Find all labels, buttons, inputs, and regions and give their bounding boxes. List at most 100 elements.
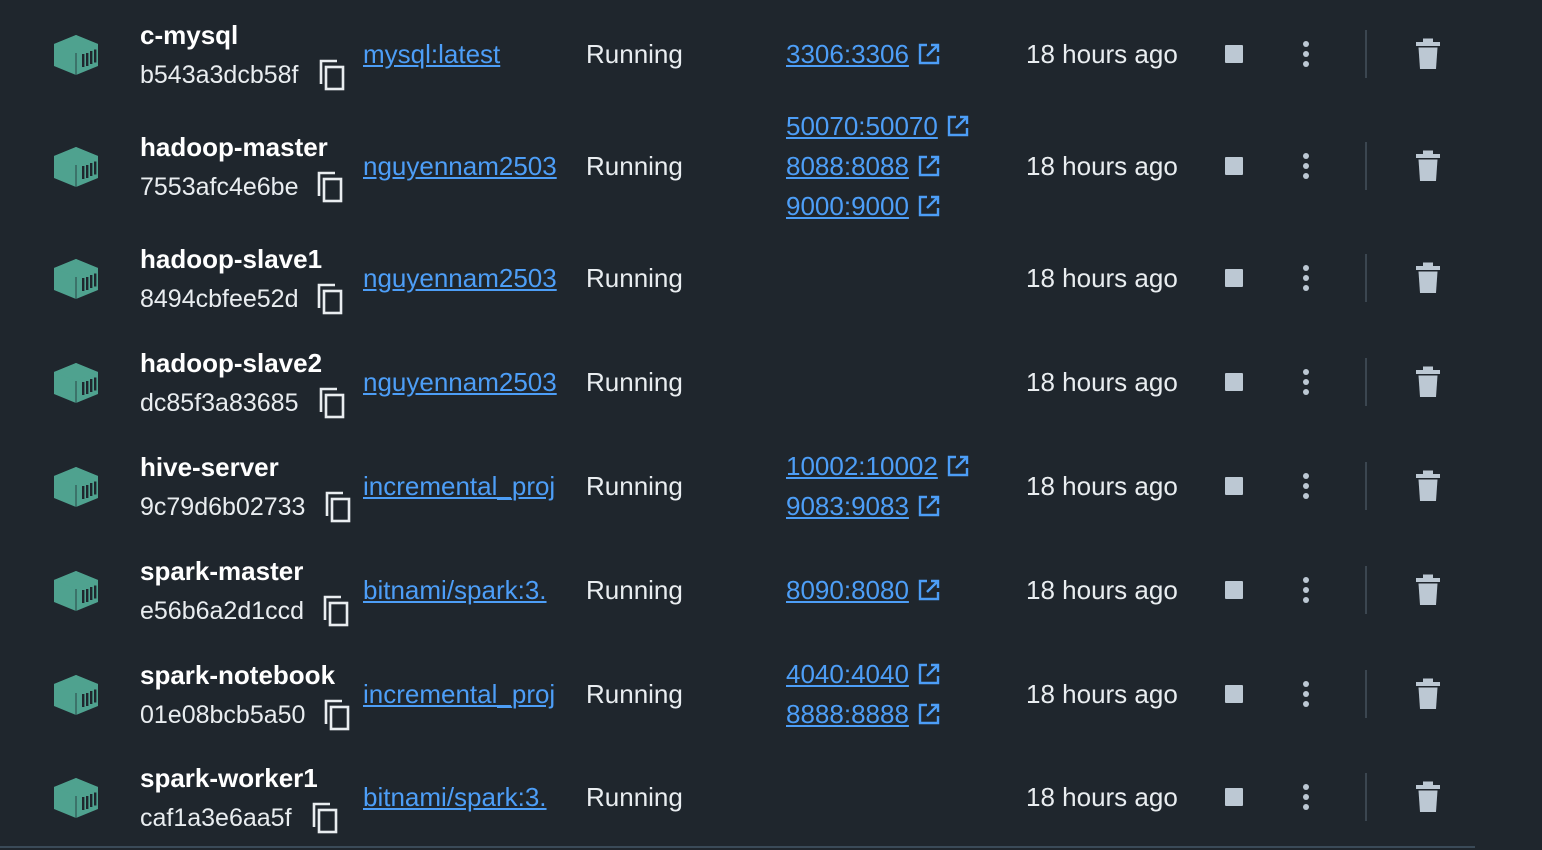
status-text: Running [586,263,683,293]
image-link[interactable]: nguyennam2503 [363,151,566,181]
trash-icon [1416,781,1440,812]
status-text: Running [586,151,683,181]
action-divider [1365,462,1367,510]
copy-icon-graphic [323,595,349,627]
port-mapping[interactable]: 8888:8888 [786,699,909,729]
more-vertical-icon [1303,681,1309,707]
stop-button[interactable] [1224,372,1244,392]
external-link-icon-graphic [918,703,940,725]
external-link-icon[interactable] [917,578,941,602]
trash-icon [1416,574,1440,605]
image-link[interactable]: incremental_proj [363,679,566,709]
image-link[interactable]: bitnami/spark:3. [363,782,566,812]
container-icon-graphic [54,778,98,818]
port-mapping[interactable]: 9083:9083 [786,491,909,521]
delete-button[interactable] [1414,150,1442,182]
container-name-link[interactable]: hadoop-slave2 [140,348,322,378]
image-link[interactable]: nguyennam2503 [363,263,566,293]
external-link-icon-graphic [918,195,940,217]
port-mapping[interactable]: 8088:8088 [786,151,909,181]
image-link[interactable]: nguyennam2503 [363,367,566,397]
last-started: 18 hours ago [1026,575,1178,605]
container-name-link[interactable]: c-mysql [140,20,238,50]
copy-icon[interactable] [322,594,350,628]
port-mapping[interactable]: 9000:9000 [786,191,909,221]
container-icon-graphic [54,675,98,715]
delete-button[interactable] [1414,262,1442,294]
copy-icon[interactable] [318,386,346,420]
stop-button[interactable] [1224,787,1244,807]
container-name-link[interactable]: hadoop-master [140,132,328,162]
delete-button[interactable] [1414,38,1442,70]
more-actions-button[interactable] [1294,679,1318,709]
stop-button[interactable] [1224,684,1244,704]
container-id: dc85f3a83685 [140,389,299,417]
image-link[interactable]: incremental_proj [363,471,566,501]
more-actions-button[interactable] [1294,151,1318,181]
copy-icon[interactable] [316,282,344,316]
copy-icon[interactable] [318,58,346,92]
external-link-icon-graphic [918,495,940,517]
last-started: 18 hours ago [1026,367,1178,397]
stop-button[interactable] [1224,268,1244,288]
copy-icon[interactable] [324,490,352,524]
container-name-link[interactable]: hadoop-slave1 [140,244,322,274]
port-link[interactable]: 9000:9000 [786,191,941,221]
container-name-link[interactable]: hive-server [140,452,279,482]
port-mapping[interactable]: 10002:10002 [786,451,938,481]
external-link-icon[interactable] [946,114,970,138]
container-name-link[interactable]: spark-worker1 [140,763,318,793]
container-name-link[interactable]: spark-master [140,556,303,586]
port-link[interactable]: 10002:10002 [786,451,970,481]
port-link[interactable]: 8888:8888 [786,699,941,729]
stop-button[interactable] [1224,580,1244,600]
port-mapping[interactable]: 3306:3306 [786,39,909,69]
port-link[interactable]: 8088:8088 [786,151,941,181]
image-link[interactable]: bitnami/spark:3. [363,575,566,605]
port-link[interactable]: 3306:3306 [786,39,941,69]
external-link-icon[interactable] [946,454,970,478]
external-link-icon[interactable] [917,662,941,686]
port-link[interactable]: 4040:4040 [786,659,941,689]
trash-icon [1416,38,1440,69]
external-link-icon-graphic [918,663,940,685]
more-actions-button[interactable] [1294,575,1318,605]
stop-button[interactable] [1224,476,1244,496]
stop-button[interactable] [1224,156,1244,176]
external-link-icon[interactable] [917,494,941,518]
stop-icon [1225,269,1243,287]
copy-icon[interactable] [316,170,344,204]
external-link-icon[interactable] [917,154,941,178]
last-started: 18 hours ago [1026,679,1178,709]
port-mapping[interactable]: 50070:50070 [786,111,938,141]
delete-button[interactable] [1414,574,1442,606]
more-actions-button[interactable] [1294,39,1318,69]
external-link-icon-graphic [918,43,940,65]
delete-button[interactable] [1414,678,1442,710]
copy-icon-graphic [319,59,345,91]
container-icon [51,464,101,508]
more-actions-button[interactable] [1294,367,1318,397]
external-link-icon[interactable] [917,702,941,726]
port-link[interactable]: 9083:9083 [786,491,941,521]
port-mapping[interactable]: 8090:8080 [786,575,909,605]
port-mapping[interactable]: 4040:4040 [786,659,909,689]
container-id: 9c79d6b02733 [140,493,306,521]
delete-button[interactable] [1414,781,1442,813]
port-link[interactable]: 50070:50070 [786,111,970,141]
container-name-link[interactable]: spark-notebook [140,660,335,690]
copy-icon[interactable] [311,801,339,835]
copy-icon[interactable] [323,698,351,732]
more-actions-button[interactable] [1294,782,1318,812]
image-link[interactable]: mysql:latest [363,39,566,69]
more-actions-button[interactable] [1294,263,1318,293]
stop-button[interactable] [1224,44,1244,64]
container-icon [51,144,101,188]
delete-button[interactable] [1414,366,1442,398]
more-actions-button[interactable] [1294,471,1318,501]
delete-button[interactable] [1414,470,1442,502]
external-link-icon[interactable] [917,194,941,218]
external-link-icon[interactable] [917,42,941,66]
port-link[interactable]: 8090:8080 [786,575,941,605]
external-link-icon-graphic [918,155,940,177]
